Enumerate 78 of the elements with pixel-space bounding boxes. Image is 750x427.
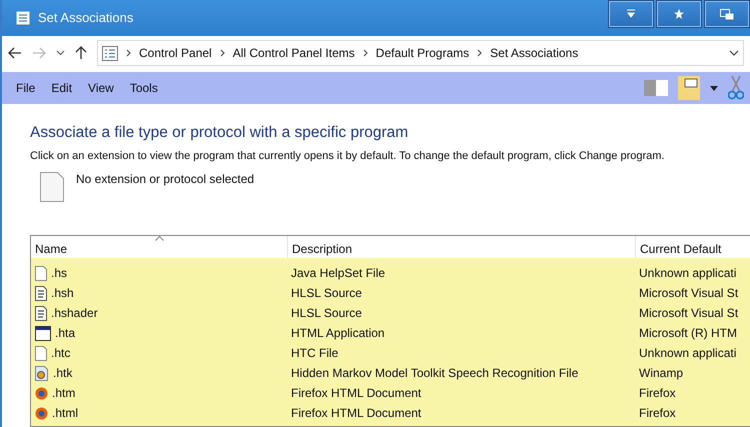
table-cell-text: Java HelpSet File xyxy=(290,266,386,280)
breadcrumb-item[interactable]: Set Associations xyxy=(490,46,578,60)
extension-text: .hshader xyxy=(51,306,98,320)
window-icon xyxy=(35,326,51,340)
up-button[interactable] xyxy=(75,46,87,60)
back-icon xyxy=(8,47,22,59)
table-row[interactable]: .htc HTC File Unknown applicati xyxy=(31,343,750,363)
dropdown-button[interactable] xyxy=(608,0,654,28)
preview-pane-icon[interactable] xyxy=(644,80,668,96)
chevron-down-icon xyxy=(729,50,739,56)
table-cell-text: HLSL Source xyxy=(290,306,363,320)
chevron-right-icon xyxy=(126,49,131,57)
document-icon xyxy=(35,306,47,320)
recent-button[interactable] xyxy=(56,50,65,56)
table-cell-text: Unknown applicati xyxy=(638,266,738,280)
table-cell-text: Firefox xyxy=(638,386,677,400)
chevron-down-icon xyxy=(56,50,65,56)
instructions-text: Click on an extension to view the program that currently opens it by default. To change the default program, click Change program. xyxy=(30,150,666,162)
table-cell-text: HLSL Source xyxy=(290,286,363,300)
breadcrumb-item[interactable]: Control Panel xyxy=(139,46,212,60)
column-header[interactable]: Name xyxy=(31,236,287,258)
browser-icon xyxy=(35,406,48,420)
up-arrow-icon xyxy=(75,46,87,60)
table-row[interactable]: .html Firefox HTML Document Firefox xyxy=(31,403,750,423)
table-cell-text: Microsoft (R) HTM xyxy=(638,326,738,340)
file-icon xyxy=(35,266,47,280)
folder-view-icon[interactable] xyxy=(678,76,700,100)
page-heading: Associate a file type or protocol with a specific program xyxy=(30,124,410,142)
table-cell-text: Unknown applicati xyxy=(638,346,738,360)
document-icon xyxy=(35,286,47,300)
media-file-icon xyxy=(35,366,49,380)
forward-icon xyxy=(32,47,46,59)
chevron-right-icon xyxy=(477,49,482,57)
caret-icon xyxy=(626,9,636,19)
chevron-right-icon xyxy=(220,49,225,57)
list-icon xyxy=(16,11,30,25)
table-cell-text: Firefox HTML Document xyxy=(290,406,422,420)
extension-text: .hta xyxy=(55,326,76,340)
extension-text: .htc xyxy=(51,346,70,360)
selection-status: No extension or protocol selected xyxy=(76,172,254,188)
table-cell-text: Firefox xyxy=(638,406,677,420)
chevron-right-icon xyxy=(362,49,368,57)
window-title: Set Associations xyxy=(38,9,134,27)
extension-text: .htk xyxy=(53,366,72,380)
table-row[interactable]: .hta HTML Application Microsoft (R) HTM xyxy=(31,323,750,343)
star-button[interactable] xyxy=(656,0,702,28)
table-row[interactable]: .hs Java HelpSet File Unknown applicati xyxy=(31,263,750,283)
table-cell-text: Microsoft Visual St xyxy=(638,306,740,320)
menu-item[interactable]: Tools xyxy=(130,81,158,95)
table-cell-text: Microsoft Visual St xyxy=(638,286,740,300)
extension-text: .html xyxy=(52,406,78,420)
back-button[interactable] xyxy=(8,47,22,59)
star-icon xyxy=(674,9,684,19)
table-row[interactable]: .htm Firefox HTML Document Firefox xyxy=(31,383,750,403)
extension-text: .hs xyxy=(51,266,68,280)
breadcrumb-item[interactable]: All Control Panel Items xyxy=(232,46,355,60)
table-row[interactable]: .hsh HLSL Source Microsoft Visual St xyxy=(31,283,750,303)
table-cell-text: Firefox HTML Document xyxy=(290,386,422,400)
table-row[interactable]: .hshader HLSL Source Microsoft Visual St xyxy=(31,303,750,323)
browser-icon xyxy=(35,386,48,400)
control-panel-icon xyxy=(102,46,118,60)
table-cell-text: HTML Application xyxy=(290,326,386,340)
menu-item[interactable]: File xyxy=(16,81,36,95)
windows-button[interactable] xyxy=(704,0,750,28)
windows-icon xyxy=(720,8,734,20)
table-cell-text: Winamp xyxy=(638,366,684,380)
menu-item[interactable]: Edit xyxy=(51,81,72,95)
file-icon xyxy=(35,346,47,360)
menu-item[interactable]: View xyxy=(88,81,114,95)
extension-text: .hsh xyxy=(51,286,74,300)
breadcrumb-item[interactable]: Default Programs xyxy=(376,46,470,60)
extension-text: .htm xyxy=(52,386,76,400)
address-bar[interactable]: Control Panel All Control Panel Items Default Programs Set Associations xyxy=(97,40,744,66)
table-cell-text: Hidden Markov Model Toolkit Speech Recognition File xyxy=(290,366,580,380)
table-row[interactable]: .htk Hidden Markov Model Toolkit Speech Recognition File Winamp xyxy=(31,363,750,383)
file-icon xyxy=(40,172,64,202)
table-cell-text: HTC File xyxy=(290,346,340,360)
caret-icon[interactable] xyxy=(710,86,718,90)
